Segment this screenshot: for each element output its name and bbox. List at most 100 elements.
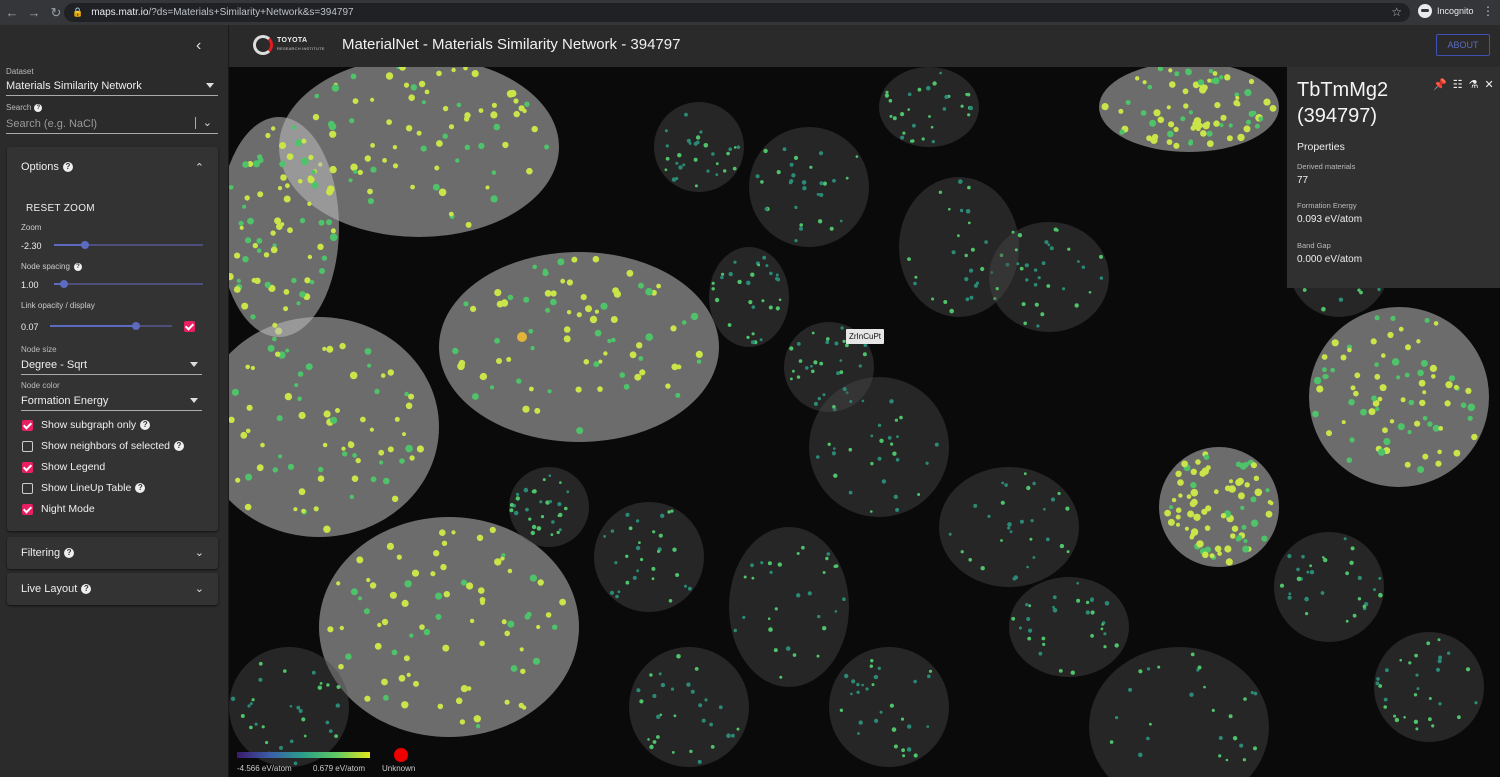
graph-node[interactable] (731, 733, 735, 738)
graph-node[interactable] (913, 679, 917, 684)
graph-node[interactable] (1267, 500, 1273, 505)
graph-node[interactable] (799, 226, 803, 231)
graph-node[interactable] (322, 346, 327, 351)
graph-node[interactable] (441, 540, 448, 546)
graph-node[interactable] (256, 464, 264, 472)
graph-node[interactable] (1306, 570, 1310, 574)
graph-node[interactable] (817, 396, 821, 401)
graph-node[interactable] (957, 234, 960, 238)
graph-node[interactable] (1103, 645, 1107, 649)
graph-node[interactable] (472, 393, 479, 400)
graph-node[interactable] (516, 378, 522, 384)
graph-node[interactable] (317, 685, 322, 690)
graph-node[interactable] (476, 534, 484, 541)
graph-node[interactable] (1279, 583, 1285, 588)
graph-node[interactable] (1175, 507, 1182, 513)
graph-node[interactable] (818, 151, 824, 156)
graph-node[interactable] (1166, 139, 1173, 145)
graph-node[interactable] (528, 517, 532, 521)
graph-node[interactable] (926, 725, 930, 728)
graph-node[interactable] (509, 508, 514, 513)
graph-node[interactable] (645, 287, 653, 296)
graph-node[interactable] (825, 340, 830, 345)
graph-node[interactable] (931, 140, 935, 144)
graph-node[interactable] (834, 610, 838, 613)
graph-node[interactable] (326, 219, 332, 226)
graph-node[interactable] (1417, 369, 1424, 377)
graph-node[interactable] (966, 92, 971, 97)
graph-node[interactable] (352, 453, 357, 458)
graph-node[interactable] (303, 734, 307, 738)
graph-node[interactable] (1236, 535, 1243, 541)
graph-node[interactable] (917, 87, 922, 92)
graph-node[interactable] (626, 269, 634, 277)
graph-node[interactable] (656, 735, 660, 739)
help-icon[interactable]: ? (81, 584, 92, 594)
graph-node[interactable] (1153, 109, 1161, 117)
graph-node[interactable] (848, 490, 853, 495)
graph-node[interactable] (1188, 110, 1193, 115)
graph-node[interactable] (1242, 545, 1250, 553)
live-layout-panel[interactable]: Live Layout ? ⌄ (7, 573, 218, 605)
graph-node[interactable] (518, 105, 525, 112)
graph-node[interactable] (900, 112, 905, 117)
graph-node[interactable] (1180, 116, 1186, 122)
graph-node[interactable] (845, 176, 849, 180)
graph-node[interactable] (478, 108, 484, 113)
graph-node[interactable] (1202, 122, 1210, 130)
graph-node[interactable] (757, 263, 761, 267)
graph-node[interactable] (1413, 719, 1419, 724)
graph-node[interactable] (742, 615, 746, 620)
graph-node[interactable] (827, 442, 831, 446)
graph-node[interactable] (1028, 604, 1032, 608)
graph-node[interactable] (1248, 110, 1255, 117)
graph-node[interactable] (751, 576, 755, 580)
graph-node[interactable] (557, 258, 565, 266)
graph-node[interactable] (1288, 592, 1292, 596)
graph-node[interactable] (464, 144, 470, 150)
graph-node[interactable] (796, 552, 800, 555)
graph-node[interactable] (970, 247, 975, 252)
graph-node[interactable] (1043, 507, 1046, 511)
graph-node[interactable] (703, 143, 709, 148)
graph-node[interactable] (603, 535, 606, 538)
graph-node[interactable] (455, 697, 463, 705)
graph-node[interactable] (267, 344, 275, 352)
graph-node[interactable] (548, 499, 552, 504)
graph-node[interactable] (323, 410, 331, 418)
graph-node[interactable] (1320, 591, 1325, 595)
graph-node[interactable] (523, 296, 530, 303)
toyota-research-logo[interactable]: TOYOTA RESEARCH INSTITUTE (253, 35, 333, 57)
graph-node[interactable] (1404, 461, 1411, 468)
graph-node[interactable] (949, 308, 954, 314)
graph-node[interactable] (802, 186, 807, 191)
graph-node[interactable] (1219, 75, 1224, 80)
graph-node[interactable] (884, 93, 890, 98)
graph-node[interactable] (720, 275, 724, 280)
incognito-badge[interactable]: Incognito (1418, 4, 1474, 18)
graph-node[interactable] (728, 271, 733, 277)
graph-node[interactable] (667, 510, 671, 514)
graph-node[interactable] (640, 557, 644, 562)
graph-node[interactable] (258, 157, 264, 163)
selected-node[interactable] (517, 332, 527, 342)
graph-node[interactable] (890, 442, 894, 446)
graph-node[interactable] (283, 289, 290, 295)
graph-node[interactable] (276, 223, 283, 230)
graph-node[interactable] (539, 500, 543, 504)
graph-node[interactable] (1414, 420, 1421, 427)
graph-node[interactable] (242, 256, 249, 263)
graph-node[interactable] (1239, 743, 1244, 748)
graph-node[interactable] (532, 264, 537, 270)
graph-node[interactable] (442, 644, 450, 652)
graph-node[interactable] (948, 532, 952, 536)
graph-node[interactable] (513, 110, 520, 118)
graph-node[interactable] (507, 568, 513, 574)
graph-node[interactable] (559, 598, 566, 606)
node-cluster[interactable] (509, 467, 589, 547)
graph-node[interactable] (1202, 551, 1209, 559)
graph-node[interactable] (349, 494, 354, 500)
graph-node[interactable] (728, 147, 732, 151)
graph-node[interactable] (698, 703, 703, 708)
graph-node[interactable] (1296, 576, 1302, 582)
